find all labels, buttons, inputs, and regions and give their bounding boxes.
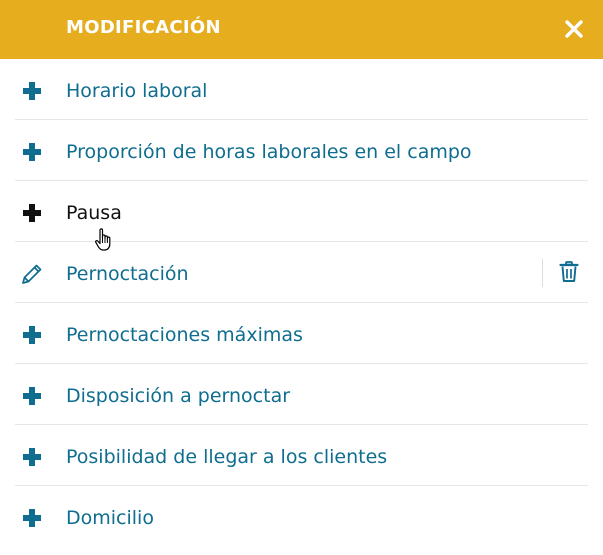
list-item-label: Domicilio	[66, 507, 154, 529]
list-item-label: Pernoctación	[66, 263, 189, 285]
plus-icon	[22, 325, 42, 345]
list-item-horario-laboral[interactable]: Horario laboral	[0, 59, 603, 120]
list-item-pausa[interactable]: Pausa	[0, 181, 603, 242]
trash-icon[interactable]	[559, 261, 579, 283]
list-item-label: Posibilidad de llegar a los clientes	[66, 446, 388, 468]
list-item-label: Proporción de horas laborales en el camp…	[66, 141, 472, 163]
plus-icon	[22, 508, 42, 528]
list-item-label: Horario laboral	[66, 80, 208, 102]
list-item-label: Pernoctaciones máximas	[66, 324, 303, 346]
pencil-icon[interactable]	[22, 264, 42, 284]
plus-icon	[22, 386, 42, 406]
panel-title: MODIFICACIÓN	[66, 17, 221, 38]
modification-list: Horario laboral Proporción de horas labo…	[0, 59, 603, 547]
plus-icon	[22, 142, 42, 162]
panel-header: MODIFICACIÓN	[0, 0, 603, 59]
list-item-label: Disposición a pernoctar	[66, 385, 291, 407]
divider	[542, 259, 543, 287]
list-item-pernoctacion[interactable]: Pernoctación	[0, 242, 603, 303]
list-item-label: Pausa	[66, 202, 122, 224]
list-item-proporcion-horas[interactable]: Proporción de horas laborales en el camp…	[0, 120, 603, 181]
close-icon[interactable]	[563, 18, 585, 40]
modification-panel: MODIFICACIÓN Horario laboral Proporción …	[0, 0, 603, 555]
plus-icon	[22, 447, 42, 467]
list-item-domicilio[interactable]: Domicilio	[0, 486, 603, 547]
list-item-disposicion-pernoctar[interactable]: Disposición a pernoctar	[0, 364, 603, 425]
list-item-pernoctaciones-maximas[interactable]: Pernoctaciones máximas	[0, 303, 603, 364]
plus-icon	[22, 203, 42, 223]
list-item-posibilidad-clientes[interactable]: Posibilidad de llegar a los clientes	[0, 425, 603, 486]
plus-icon	[22, 81, 42, 101]
